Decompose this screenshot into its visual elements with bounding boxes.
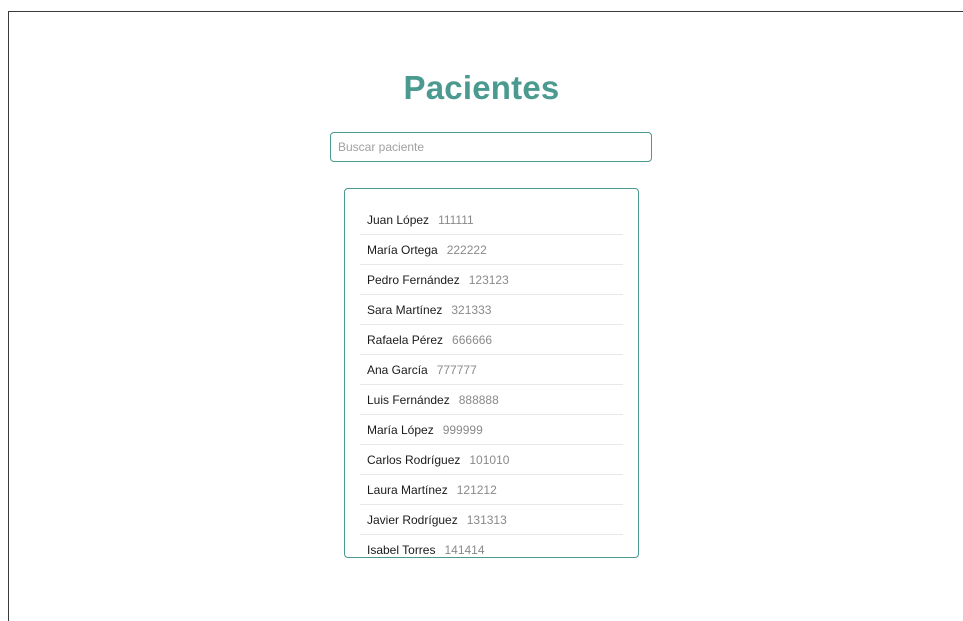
patient-name: Carlos Rodríguez bbox=[367, 452, 461, 467]
patient-id: 141414 bbox=[444, 542, 485, 557]
patient-id: 999999 bbox=[442, 422, 483, 437]
patient-name: Javier Rodríguez bbox=[367, 512, 458, 527]
patient-name: Sara Martínez bbox=[367, 302, 443, 317]
patient-name: Isabel Torres bbox=[367, 542, 436, 557]
patient-id: 888888 bbox=[458, 392, 499, 407]
patient-list: Juan López 111111 María Ortega 222222 Pedro … bbox=[360, 205, 623, 557]
patient-row[interactable]: Ana García 777777 bbox=[360, 355, 623, 385]
patient-list-container[interactable]: Juan López 111111 María Ortega 222222 Pedro … bbox=[344, 188, 639, 558]
patient-row[interactable]: Sara Martínez 321333 bbox=[360, 295, 623, 325]
patient-row[interactable]: Pedro Fernández 123123 bbox=[360, 265, 623, 295]
patient-name: María López bbox=[367, 422, 434, 437]
patient-name: Rafaela Pérez bbox=[367, 332, 444, 347]
search-input[interactable] bbox=[330, 132, 652, 162]
patient-row[interactable]: Isabel Torres 141414 bbox=[360, 535, 623, 557]
patient-id: 101010 bbox=[469, 452, 510, 467]
patient-name: Ana García bbox=[367, 362, 428, 377]
patient-row[interactable]: Carlos Rodríguez 101010 bbox=[360, 445, 623, 475]
patient-row[interactable]: Laura Martínez 121212 bbox=[360, 475, 623, 505]
patient-name: Laura Martínez bbox=[367, 482, 448, 497]
patient-name: Luis Fernández bbox=[367, 392, 450, 407]
patient-row[interactable]: Luis Fernández 888888 bbox=[360, 385, 623, 415]
patient-row[interactable]: Javier Rodríguez 131313 bbox=[360, 505, 623, 535]
patient-name: Juan López bbox=[367, 212, 430, 227]
patient-name: María Ortega bbox=[367, 242, 438, 257]
patient-id: 321333 bbox=[451, 302, 492, 317]
patient-row[interactable]: Juan López 111111 bbox=[360, 205, 623, 235]
page-title: Pacientes bbox=[403, 69, 560, 106]
patient-id: 777777 bbox=[436, 362, 477, 377]
patient-row[interactable]: María López 999999 bbox=[360, 415, 623, 445]
patient-id: 121212 bbox=[456, 482, 497, 497]
patient-id: 111111 bbox=[438, 212, 474, 227]
patient-id: 123123 bbox=[468, 272, 509, 287]
patient-name: Pedro Fernández bbox=[367, 272, 460, 287]
patient-row[interactable]: María Ortega 222222 bbox=[360, 235, 623, 265]
patient-row[interactable]: Rafaela Pérez 666666 bbox=[360, 325, 623, 355]
patient-id: 222222 bbox=[446, 242, 487, 257]
patient-id: 131313 bbox=[466, 512, 507, 527]
patient-id: 666666 bbox=[452, 332, 493, 347]
